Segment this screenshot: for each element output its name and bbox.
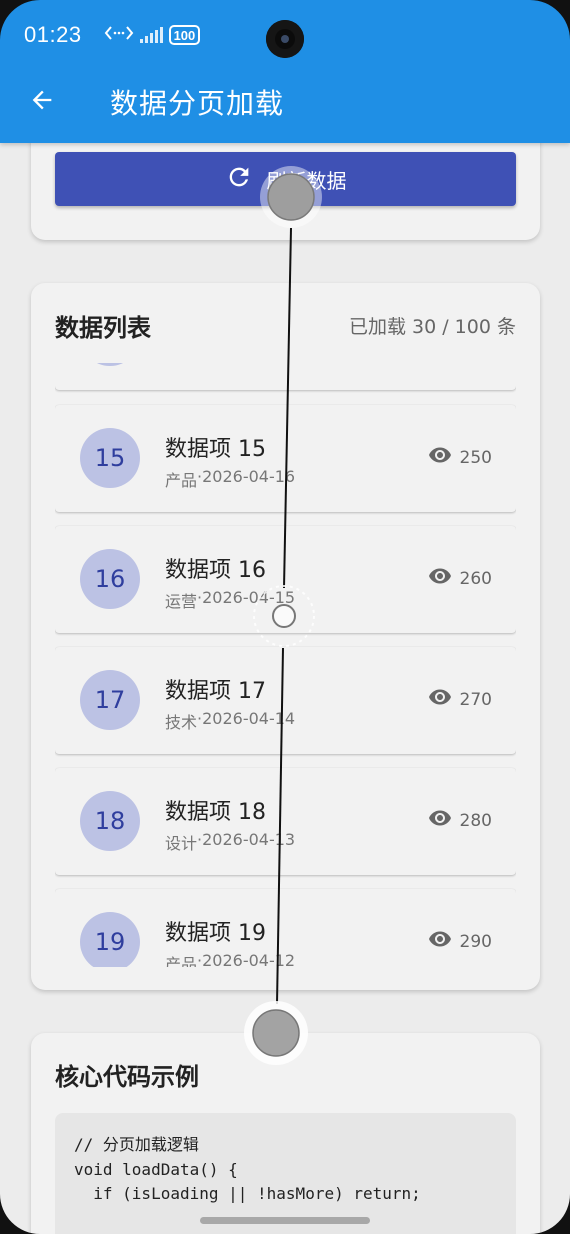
item-date: 2026-04-13 <box>202 830 296 849</box>
item-subtitle: 技术 · 2026-04-14 <box>165 709 295 733</box>
code-block: // 分页加载逻辑 void loadData() { if (isLoadin… <box>55 1113 516 1234</box>
battery-icon: 100 <box>168 25 201 45</box>
front-camera <box>266 20 304 58</box>
item-subtitle: 运营 · 2026-04-15 <box>165 588 295 612</box>
item-subtitle: 设计 · 2026-04-13 <box>165 830 295 854</box>
item-views: 280 <box>428 806 492 835</box>
eye-icon <box>428 806 452 835</box>
item-title: 数据项 18 <box>165 800 266 825</box>
list-item[interactable]: 16 数据项 16 运营 · 2026-04-15 260 <box>55 526 516 633</box>
top-bar: 01:23 100 数据分页加载 <box>0 0 570 143</box>
code-line: if (isLoading || !hasMore) return; <box>74 1184 421 1203</box>
item-title: 数据项 15 <box>165 437 266 462</box>
battery-level: 100 <box>173 27 196 43</box>
item-category: 技术 <box>165 713 198 732</box>
item-title: 数据项 19 <box>165 921 266 946</box>
item-avatar <box>80 363 140 366</box>
refresh-icon <box>225 163 253 196</box>
refresh-label: 刷新数据 <box>266 168 347 193</box>
item-view-count: 290 <box>459 931 492 952</box>
item-subtitle: 产品 · 2026-04-16 <box>165 467 295 491</box>
list-item[interactable]: 19 数据项 19 产品 · 2026-04-12 290 <box>55 889 516 967</box>
item-avatar: 18 <box>80 791 140 851</box>
item-view-count: 250 <box>459 447 492 468</box>
eye-icon <box>428 927 452 956</box>
item-category: 产品 <box>165 955 198 967</box>
item-view-count: 270 <box>459 689 492 710</box>
arrow-left-icon <box>28 86 56 118</box>
item-date: 2026-04-15 <box>202 588 296 607</box>
item-views: 270 <box>428 685 492 714</box>
data-list-card: 数据列表 已加载 30 / 100 条 15 数据项 15 产品 · 2026-… <box>31 283 540 990</box>
eye-icon <box>428 685 452 714</box>
status-bar: 01:23 100 <box>24 18 201 52</box>
item-view-count: 260 <box>459 568 492 589</box>
item-date: 2026-04-14 <box>202 709 296 728</box>
item-avatar: 16 <box>80 549 140 609</box>
list-item[interactable]: 18 数据项 18 设计 · 2026-04-13 280 <box>55 768 516 875</box>
item-category: 设计 <box>165 834 198 853</box>
item-date: 2026-04-16 <box>202 467 296 486</box>
list-title: 数据列表 <box>55 313 151 342</box>
page-title: 数据分页加载 <box>110 87 285 120</box>
item-category: 运营 <box>165 592 198 611</box>
list-item[interactable]: 15 数据项 15 产品 · 2026-04-16 250 <box>55 405 516 512</box>
item-avatar: 17 <box>80 670 140 730</box>
code-example-card: 核心代码示例 // 分页加载逻辑 void loadData() { if (i… <box>31 1033 540 1234</box>
item-avatar: 15 <box>80 428 140 488</box>
screen-corner <box>0 1194 40 1234</box>
screen-corner <box>0 0 40 40</box>
screen-corner <box>530 0 570 40</box>
item-views: 260 <box>428 564 492 593</box>
item-category: 产品 <box>165 471 198 490</box>
item-subtitle: 产品 · 2026-04-12 <box>165 951 295 967</box>
list-header: 数据列表 已加载 30 / 100 条 <box>55 305 516 345</box>
item-date: 2026-04-12 <box>202 951 296 967</box>
home-indicator[interactable] <box>200 1217 370 1224</box>
code-line: void loadData() { <box>74 1159 238 1179</box>
item-views: 290 <box>428 927 492 956</box>
item-view-count: 280 <box>459 810 492 831</box>
item-title: 数据项 16 <box>165 558 266 583</box>
item-title: 数据项 17 <box>165 679 266 704</box>
data-list[interactable]: 15 数据项 15 产品 · 2026-04-16 250 16 数据项 16 … <box>55 363 516 967</box>
item-avatar: 19 <box>80 912 140 967</box>
eye-icon <box>428 564 452 593</box>
loaded-count: 已加载 30 / 100 条 <box>348 315 516 338</box>
code-title: 核心代码示例 <box>55 1063 199 1091</box>
list-item[interactable] <box>55 363 516 390</box>
app-bar: 数据分页加载 <box>0 62 570 142</box>
data-transfer-icon <box>104 24 134 47</box>
code-line: // 分页加载逻辑 <box>74 1135 199 1154</box>
signal-icon <box>139 27 163 43</box>
item-views: 250 <box>428 443 492 472</box>
refresh-button[interactable]: 刷新数据 <box>55 152 516 206</box>
screen-corner <box>530 1194 570 1234</box>
eye-icon <box>428 443 452 472</box>
status-icons: 100 <box>104 24 201 47</box>
back-button[interactable] <box>0 62 84 142</box>
list-item[interactable]: 17 数据项 17 技术 · 2026-04-14 270 <box>55 647 516 754</box>
